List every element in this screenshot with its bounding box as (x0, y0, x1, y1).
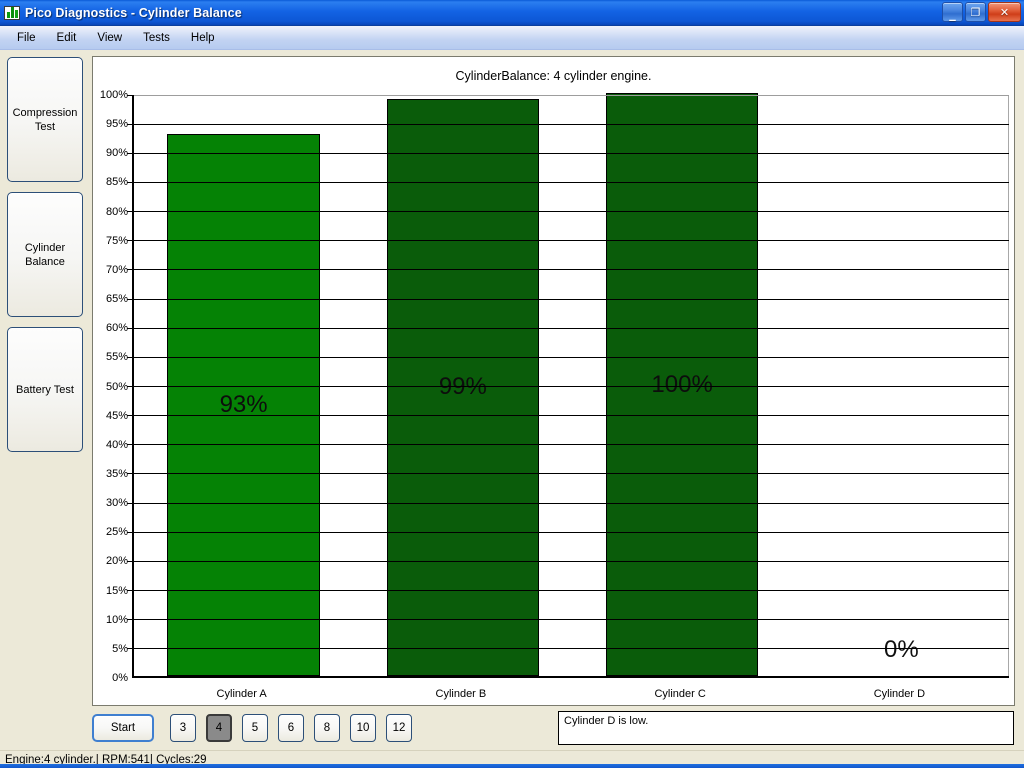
x-axis-tick-label: Cylinder C (654, 688, 705, 700)
grid-line (134, 619, 1009, 620)
grid-line (134, 415, 1009, 416)
title-bar: Pico Diagnostics - Cylinder Balance _ ❐ … (0, 0, 1024, 26)
cylinder-count-button-6[interactable]: 6 (278, 714, 304, 742)
menu-file[interactable]: File (8, 30, 45, 46)
menu-help[interactable]: Help (182, 30, 224, 46)
bar: 93% (167, 134, 319, 676)
grid-line (134, 561, 1009, 562)
window-controls: _ ❐ ✕ (942, 2, 1021, 22)
start-button[interactable]: Start (92, 714, 154, 742)
sidebar-item-battery-test[interactable]: Battery Test (7, 327, 83, 452)
chart-panel: CylinderBalance: 4 cylinder engine. 0%5%… (92, 56, 1015, 706)
grid-line (134, 124, 1009, 125)
cylinder-count-button-10[interactable]: 10 (350, 714, 376, 742)
sidebar-item-label: Compression Test (13, 106, 78, 134)
cylinder-count-button-12[interactable]: 12 (386, 714, 412, 742)
grid-line (134, 211, 1009, 212)
menu-tests[interactable]: Tests (134, 30, 179, 46)
restore-button[interactable]: ❐ (965, 2, 986, 22)
grid-line (134, 503, 1009, 504)
grid-line (134, 182, 1009, 183)
grid-line (134, 444, 1009, 445)
grid-line (134, 590, 1009, 591)
bottom-strip (0, 764, 1024, 768)
message-box[interactable]: Cylinder D is low. (558, 711, 1014, 745)
minimize-icon: _ (943, 3, 962, 21)
x-axis-tick-label: Cylinder B (436, 688, 487, 700)
x-axis-tick-label: Cylinder A (217, 688, 267, 700)
x-axis-tick-label: Cylinder D (874, 688, 925, 700)
y-axis: 0%5%10%15%20%25%30%35%40%45%50%55%60%65%… (93, 95, 132, 678)
sidebar-item-compression-test[interactable]: Compression Test (7, 57, 83, 182)
grid-line (134, 532, 1009, 533)
grid-line (134, 357, 1009, 358)
sidebar-item-cylinder-balance[interactable]: Cylinder Balance (7, 192, 83, 317)
grid-line (134, 269, 1009, 270)
minimize-button[interactable]: _ (942, 2, 963, 22)
menu-edit[interactable]: Edit (48, 30, 86, 46)
chart-plot-area: 93% 99% 100% 0% (132, 95, 1009, 678)
grid-line (134, 648, 1009, 649)
grid-line (134, 473, 1009, 474)
cylinder-count-button-3[interactable]: 3 (170, 714, 196, 742)
cylinder-count-button-4[interactable]: 4 (206, 714, 232, 742)
sidebar-item-label: Battery Test (16, 383, 74, 397)
menu-bar: File Edit View Tests Help (0, 26, 1024, 50)
grid-line (134, 299, 1009, 300)
menu-view[interactable]: View (88, 30, 131, 46)
bar-chart-icon (4, 6, 20, 20)
y-axis-tick-label: 0% (112, 672, 132, 684)
grid-line (134, 240, 1009, 241)
cylinder-count-button-8[interactable]: 8 (314, 714, 340, 742)
bar-value-label: 99% (439, 373, 487, 401)
sidebar: Compression Test Cylinder Balance Batter… (0, 50, 90, 750)
close-button[interactable]: ✕ (988, 2, 1021, 22)
grid-line (134, 328, 1009, 329)
sidebar-item-label: Cylinder Balance (25, 241, 65, 269)
restore-icon: ❐ (966, 3, 985, 21)
bar-value-label: 100% (651, 371, 712, 399)
grid-line (134, 95, 1009, 96)
application-window: Pico Diagnostics - Cylinder Balance _ ❐ … (0, 0, 1024, 768)
chart-title: CylinderBalance: 4 cylinder engine. (93, 69, 1014, 83)
cylinder-count-button-5[interactable]: 5 (242, 714, 268, 742)
window-title: Pico Diagnostics - Cylinder Balance (25, 6, 242, 20)
bar: 100% (606, 93, 758, 676)
close-icon: ✕ (989, 3, 1020, 21)
grid-line (134, 153, 1009, 154)
grid-line (134, 386, 1009, 387)
bar-value-label: 0% (871, 636, 931, 664)
